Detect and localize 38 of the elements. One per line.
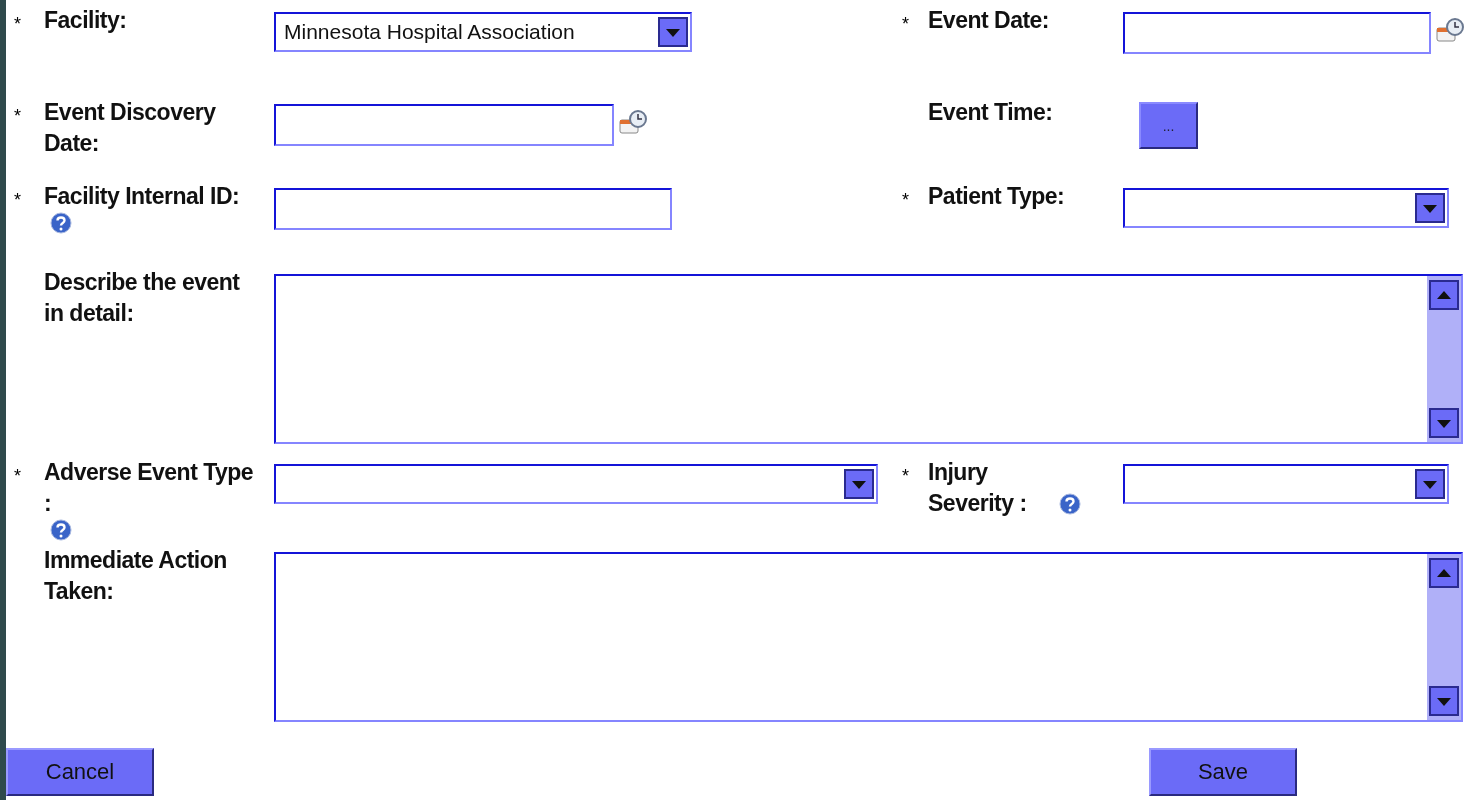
field-label: Adverse Event Type : xyxy=(44,458,254,518)
help-icon[interactable] xyxy=(1059,493,1081,515)
text-area[interactable] xyxy=(274,274,1463,444)
scroll-down-icon[interactable] xyxy=(1429,408,1459,438)
scroll-up-icon[interactable] xyxy=(1429,558,1459,588)
form-button[interactable]: Cancel xyxy=(6,748,154,796)
field-label: Facility: xyxy=(44,7,127,33)
field-label: Immediate Action Taken: xyxy=(44,547,227,604)
text-field[interactable] xyxy=(274,188,672,230)
help-icon[interactable] xyxy=(50,519,72,541)
dropdown-field[interactable] xyxy=(1123,464,1449,504)
field-label: Patient Type: xyxy=(928,183,1065,209)
required-asterisk: * xyxy=(902,14,909,35)
scrollbar[interactable] xyxy=(1427,554,1461,720)
field-label: Describe the event in detail: xyxy=(44,269,240,326)
required-asterisk: * xyxy=(14,466,21,487)
date-field[interactable] xyxy=(274,104,614,146)
scroll-down-icon[interactable] xyxy=(1429,686,1459,716)
dropdown-field[interactable]: Minnesota Hospital Association xyxy=(274,12,692,52)
scrollbar[interactable] xyxy=(1427,276,1461,442)
help-icon[interactable] xyxy=(50,212,72,234)
date-field[interactable] xyxy=(1123,12,1431,54)
field-label: Event Discovery Date: xyxy=(44,99,216,156)
dropdown-field[interactable] xyxy=(274,464,878,504)
required-asterisk: * xyxy=(902,190,909,211)
required-asterisk: * xyxy=(14,14,21,35)
required-asterisk: * xyxy=(14,190,21,211)
time-picker-button[interactable]: ... xyxy=(1139,102,1198,149)
field-label: Facility Internal ID: xyxy=(44,182,240,211)
scroll-up-icon[interactable] xyxy=(1429,280,1459,310)
form-button[interactable]: Save xyxy=(1149,748,1297,796)
field-label: Event Date: xyxy=(928,7,1050,33)
field-label: Injury Severity : xyxy=(928,458,1028,518)
required-asterisk: * xyxy=(902,466,909,487)
dropdown-field[interactable] xyxy=(1123,188,1449,228)
required-asterisk: * xyxy=(14,106,21,127)
text-area[interactable] xyxy=(274,552,1463,722)
field-label: Event Time: xyxy=(928,99,1053,125)
